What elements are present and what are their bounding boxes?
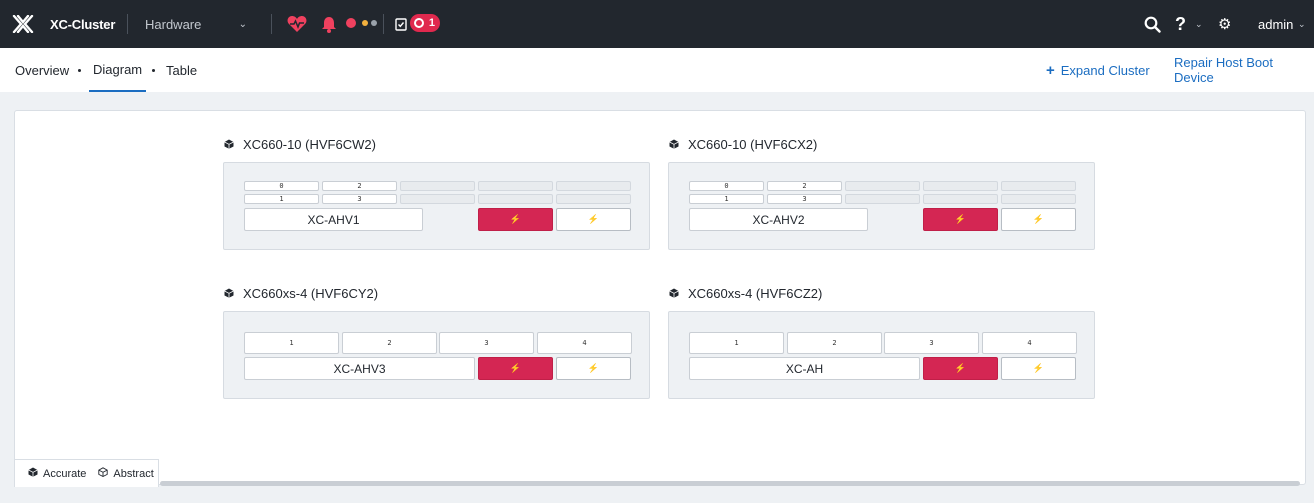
user-menu[interactable]: admin (1258, 0, 1293, 48)
host-node[interactable]: XC-AHV3 (244, 357, 475, 380)
clipboard-check-icon[interactable] (395, 0, 407, 48)
divider (127, 14, 128, 34)
info-alert-dot[interactable] (371, 20, 377, 26)
cube-icon (669, 137, 679, 152)
disk-slot[interactable]: 1 (244, 194, 319, 204)
entity-selector-dropdown[interactable]: Hardware ⌄ (145, 0, 247, 48)
block-chassis: 0 2 1 3 XC-AHV1 ⚡ ⚡ (223, 162, 650, 250)
block-title: XC660xs-4 (HVF6CZ2) (669, 286, 822, 301)
bell-icon[interactable] (321, 0, 337, 48)
accurate-label: Accurate (43, 467, 87, 480)
power-supply-icon[interactable]: ⚡ (478, 208, 553, 231)
search-icon[interactable] (1144, 0, 1161, 48)
power-supply-icon[interactable]: ⚡ (478, 357, 553, 380)
horizontal-scrollbar[interactable] (160, 481, 1300, 486)
cube-icon (28, 467, 38, 480)
block-chassis: 1 2 3 4 XC-AH ⚡ ⚡ (668, 311, 1095, 399)
block-name[interactable]: XC660xs-4 (HVF6CZ2) (688, 286, 822, 301)
tab-overview[interactable]: Overview (15, 48, 69, 92)
host-node[interactable]: XC-AHV2 (689, 208, 868, 231)
top-navigation-bar: XC-Cluster Hardware ⌄ 1 ? ⌄ ⚙ admin ⌄ (0, 0, 1314, 48)
empty-slot (845, 181, 920, 191)
disk-slot[interactable]: 4 (537, 332, 632, 354)
divider (383, 14, 384, 34)
x-logo-icon[interactable] (12, 0, 36, 48)
expand-cluster-label: Expand Cluster (1060, 62, 1150, 78)
critical-alert-dot[interactable] (346, 18, 356, 28)
cube-icon (669, 286, 679, 301)
disk-slot[interactable]: 2 (322, 181, 397, 191)
block-name[interactable]: XC660-10 (HVF6CW2) (243, 137, 376, 152)
abstract-label: Abstract (113, 467, 154, 480)
cube-icon (224, 286, 234, 301)
block-name[interactable]: XC660xs-4 (HVF6CY2) (243, 286, 378, 301)
disk-slot[interactable]: 2 (787, 332, 882, 354)
heart-pulse-icon[interactable] (287, 0, 307, 48)
empty-slot (478, 194, 553, 204)
diagram-panel (14, 110, 1306, 485)
task-count-badge[interactable]: 1 (410, 14, 440, 32)
block-name[interactable]: XC660-10 (HVF6CX2) (688, 137, 817, 152)
power-supply-icon[interactable]: ⚡ (1001, 357, 1076, 380)
empty-slot (556, 194, 631, 204)
entity-selector-label: Hardware (145, 16, 202, 32)
app-name[interactable]: XC-Cluster (50, 0, 115, 48)
block-title: XC660-10 (HVF6CX2) (669, 137, 817, 152)
view-mode-legend: Accurate Abstract (14, 459, 159, 487)
power-supply-icon[interactable]: ⚡ (1001, 208, 1076, 231)
task-status-icon (414, 18, 424, 28)
tab-diagram[interactable]: Diagram (89, 48, 147, 92)
empty-slot (478, 181, 553, 191)
tab-table[interactable]: Table (166, 48, 197, 92)
disk-slot[interactable]: 1 (244, 332, 339, 354)
empty-slot (923, 194, 998, 204)
tab-separator (152, 69, 155, 72)
block-title: XC660-10 (HVF6CW2) (224, 137, 376, 152)
block-title: XC660xs-4 (HVF6CY2) (224, 286, 378, 301)
plus-icon: + (1046, 61, 1055, 79)
task-count: 1 (428, 17, 435, 29)
disk-slot[interactable]: 3 (322, 194, 397, 204)
gear-icon[interactable]: ⚙ (1218, 0, 1231, 48)
abstract-view-toggle[interactable]: Abstract (98, 467, 154, 480)
help-icon[interactable]: ? (1175, 0, 1186, 48)
disk-slot[interactable]: 1 (689, 194, 764, 204)
disk-slot[interactable]: 4 (982, 332, 1077, 354)
warning-alert-dot[interactable] (362, 20, 368, 26)
sub-navigation: Overview Diagram Table + Expand Cluster … (0, 48, 1314, 92)
empty-slot (923, 181, 998, 191)
empty-slot (400, 194, 475, 204)
host-node[interactable]: XC-AHV1 (244, 208, 423, 231)
disk-slot[interactable]: 3 (884, 332, 979, 354)
divider (271, 14, 272, 34)
chevron-down-icon[interactable]: ⌄ (1195, 0, 1203, 48)
disk-slot[interactable]: 1 (689, 332, 784, 354)
power-supply-icon[interactable]: ⚡ (556, 208, 631, 231)
host-node[interactable]: XC-AH (689, 357, 920, 380)
power-supply-icon[interactable]: ⚡ (923, 357, 998, 380)
expand-cluster-button[interactable]: + Expand Cluster (1046, 48, 1150, 92)
tab-separator (78, 69, 81, 72)
disk-slot[interactable]: 2 (767, 181, 842, 191)
empty-slot (1001, 194, 1076, 204)
disk-slot[interactable]: 3 (439, 332, 534, 354)
empty-slot (400, 181, 475, 191)
empty-slot (1001, 181, 1076, 191)
empty-slot (845, 194, 920, 204)
empty-slot (556, 181, 631, 191)
disk-slot[interactable]: 3 (767, 194, 842, 204)
power-supply-icon[interactable]: ⚡ (556, 357, 631, 380)
chevron-down-icon[interactable]: ⌄ (1298, 0, 1306, 48)
disk-slot[interactable]: 0 (689, 181, 764, 191)
cube-outline-icon (98, 467, 109, 480)
power-supply-icon[interactable]: ⚡ (923, 208, 998, 231)
repair-host-boot-device-button[interactable]: Repair Host Boot Device (1174, 48, 1314, 92)
block-chassis: 1 2 3 4 XC-AHV3 ⚡ ⚡ (223, 311, 650, 399)
cube-icon (224, 137, 234, 152)
disk-slot[interactable]: 0 (244, 181, 319, 191)
block-chassis: 0 2 1 3 XC-AHV2 ⚡ ⚡ (668, 162, 1095, 250)
chevron-down-icon: ⌄ (238, 18, 247, 30)
disk-slot[interactable]: 2 (342, 332, 437, 354)
accurate-view-toggle[interactable]: Accurate (28, 467, 86, 480)
